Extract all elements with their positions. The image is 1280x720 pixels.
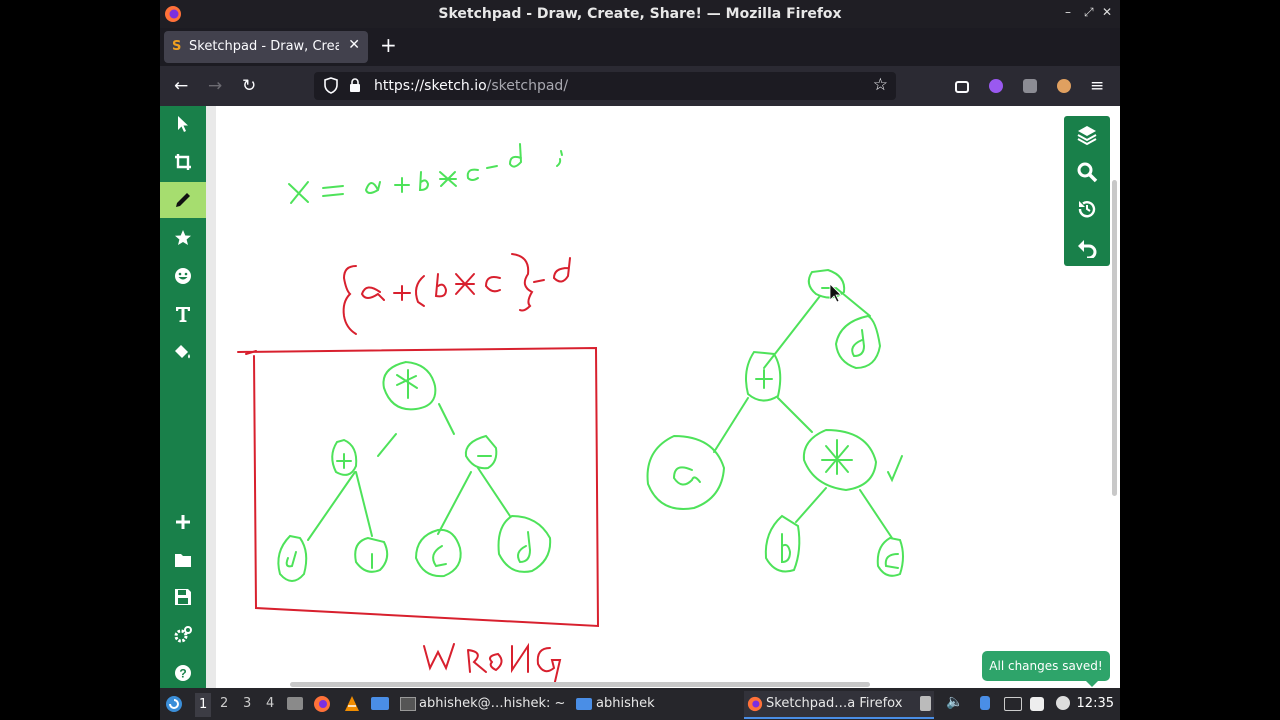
red-strokes: [237, 253, 600, 687]
terminal-label: abhishek@…hishek: ~: [419, 696, 566, 711]
sketch-drawing[interactable]: [216, 106, 1120, 688]
navigation-bar: ← → ↻ https://sketch.io/sketchpad/ ☆ ≡: [160, 66, 1120, 106]
clock: 12:35: [1076, 696, 1114, 711]
tool-help[interactable]: ?: [160, 655, 206, 691]
show-desktop-icon[interactable]: [287, 697, 303, 710]
forward-icon[interactable]: →: [208, 76, 222, 96]
battery-icon[interactable]: [1030, 697, 1044, 711]
tool-crop[interactable]: [160, 144, 206, 180]
drawing-canvas[interactable]: [206, 106, 1120, 688]
maximize-icon[interactable]: ⤢: [1084, 5, 1094, 20]
workspace-2[interactable]: 2: [220, 696, 228, 711]
svg-text:?: ?: [179, 667, 186, 681]
crop-icon: [175, 154, 191, 170]
clipboard-icon[interactable]: [920, 696, 931, 711]
add-icon: [176, 515, 190, 529]
network-icon[interactable]: [1004, 697, 1022, 711]
star-icon: [175, 230, 191, 245]
pencil-icon: [176, 193, 190, 207]
shield-icon[interactable]: [324, 77, 338, 94]
text-icon: [176, 307, 190, 322]
vlc-icon[interactable]: [343, 695, 361, 713]
url-host: https://sketch.io: [374, 78, 487, 94]
tool-pencil[interactable]: [160, 182, 206, 218]
start-menu-icon[interactable]: [165, 695, 183, 713]
folder-icon: [576, 698, 592, 710]
save-icon: [175, 589, 191, 605]
extension-avatar-icon[interactable]: [1057, 79, 1071, 93]
extension-grey-icon[interactable]: [1023, 79, 1037, 93]
tool-emoji[interactable]: [160, 258, 206, 294]
fill-icon: [175, 345, 190, 359]
mouse-cursor-icon: [829, 283, 842, 303]
tool-settings[interactable]: [160, 617, 206, 653]
equation-strokes: [288, 143, 563, 204]
files-launcher-icon[interactable]: [371, 697, 389, 710]
taskbar-terminal[interactable]: abhishek@…hishek: ~: [397, 691, 565, 717]
menu-icon[interactable]: ≡: [1090, 76, 1104, 96]
folder-icon: [175, 554, 191, 567]
tool-select[interactable]: [160, 106, 206, 142]
workspace-4[interactable]: 4: [266, 696, 274, 711]
tool-add[interactable]: [160, 504, 206, 540]
terminal-icon: [400, 697, 416, 711]
extension-purple-icon[interactable]: [989, 79, 1003, 93]
lock-icon[interactable]: [348, 77, 362, 94]
wrong-tree-strokes: [277, 361, 552, 582]
window-title: Sketchpad - Draw, Create, Share! — Mozil…: [438, 6, 842, 22]
tool-save[interactable]: [160, 579, 206, 615]
minimize-icon[interactable]: –: [1065, 5, 1071, 19]
workspace-1[interactable]: 1: [195, 693, 212, 717]
files-label: abhishek: [596, 696, 655, 711]
tab-strip: S Sketchpad - Draw, Create, Share! ✕: [160, 28, 1120, 66]
emoji-icon: [175, 268, 191, 284]
correct-tree-strokes: [646, 268, 904, 577]
history-icon[interactable]: [1076, 198, 1098, 220]
power-icon[interactable]: [1056, 696, 1070, 710]
save-status-toast: All changes saved!: [982, 651, 1110, 687]
notification-icon[interactable]: [980, 696, 990, 710]
bookmark-star-icon[interactable]: ☆: [873, 75, 888, 95]
url-bar[interactable]: https://sketch.io/sketchpad/ ☆: [314, 72, 896, 100]
help-icon: ?: [175, 665, 191, 681]
new-tab-button[interactable]: +: [380, 35, 397, 55]
window-titlebar: Sketchpad - Draw, Create, Share! — Mozil…: [160, 0, 1120, 28]
search-icon[interactable]: [1076, 161, 1098, 183]
taskbar-files[interactable]: abhishek: [574, 691, 655, 717]
firefox-window: Sketchpad - Draw, Create, Share! — Mozil…: [160, 0, 1120, 720]
tool-fill[interactable]: [160, 334, 206, 370]
taskbar-firefox[interactable]: Sketchpad…a Firefox: [744, 691, 934, 719]
tab-close-icon[interactable]: ✕: [348, 37, 360, 53]
tab-sketchpad[interactable]: S Sketchpad - Draw, Create, Share! ✕: [164, 31, 368, 63]
undo-icon[interactable]: [1076, 236, 1098, 258]
tool-text[interactable]: [160, 296, 206, 332]
sketchpad-favicon-icon: S: [172, 39, 182, 54]
system-taskbar: 1 2 3 4 abhishek@…hishek: ~ abhishek Ske…: [160, 688, 1120, 720]
tool-open[interactable]: [160, 542, 206, 578]
url-text: https://sketch.io/sketchpad/: [374, 78, 568, 94]
reload-icon[interactable]: ↻: [242, 76, 256, 96]
close-window-icon[interactable]: ✕: [1102, 5, 1112, 19]
select-icon: [178, 116, 188, 132]
firefox-icon: [747, 696, 763, 712]
tab-label: Sketchpad - Draw, Create, Share!: [189, 39, 339, 54]
back-icon[interactable]: ←: [174, 76, 188, 96]
left-toolbar: ?: [160, 106, 206, 688]
layers-icon[interactable]: [1076, 124, 1098, 146]
firefox-task-label: Sketchpad…a Firefox: [766, 696, 903, 711]
url-path: /sketchpad/: [486, 78, 569, 94]
right-toolbar: [1064, 116, 1110, 266]
firefox-launcher-icon[interactable]: [313, 695, 331, 713]
pocket-icon[interactable]: [955, 81, 969, 93]
volume-icon[interactable]: 🔈: [946, 694, 963, 710]
vertical-scrollbar[interactable]: [1112, 180, 1117, 496]
horizontal-scrollbar[interactable]: [290, 682, 870, 687]
settings-icon: [174, 626, 192, 643]
tool-stamp[interactable]: [160, 220, 206, 256]
workspace-3[interactable]: 3: [243, 696, 251, 711]
